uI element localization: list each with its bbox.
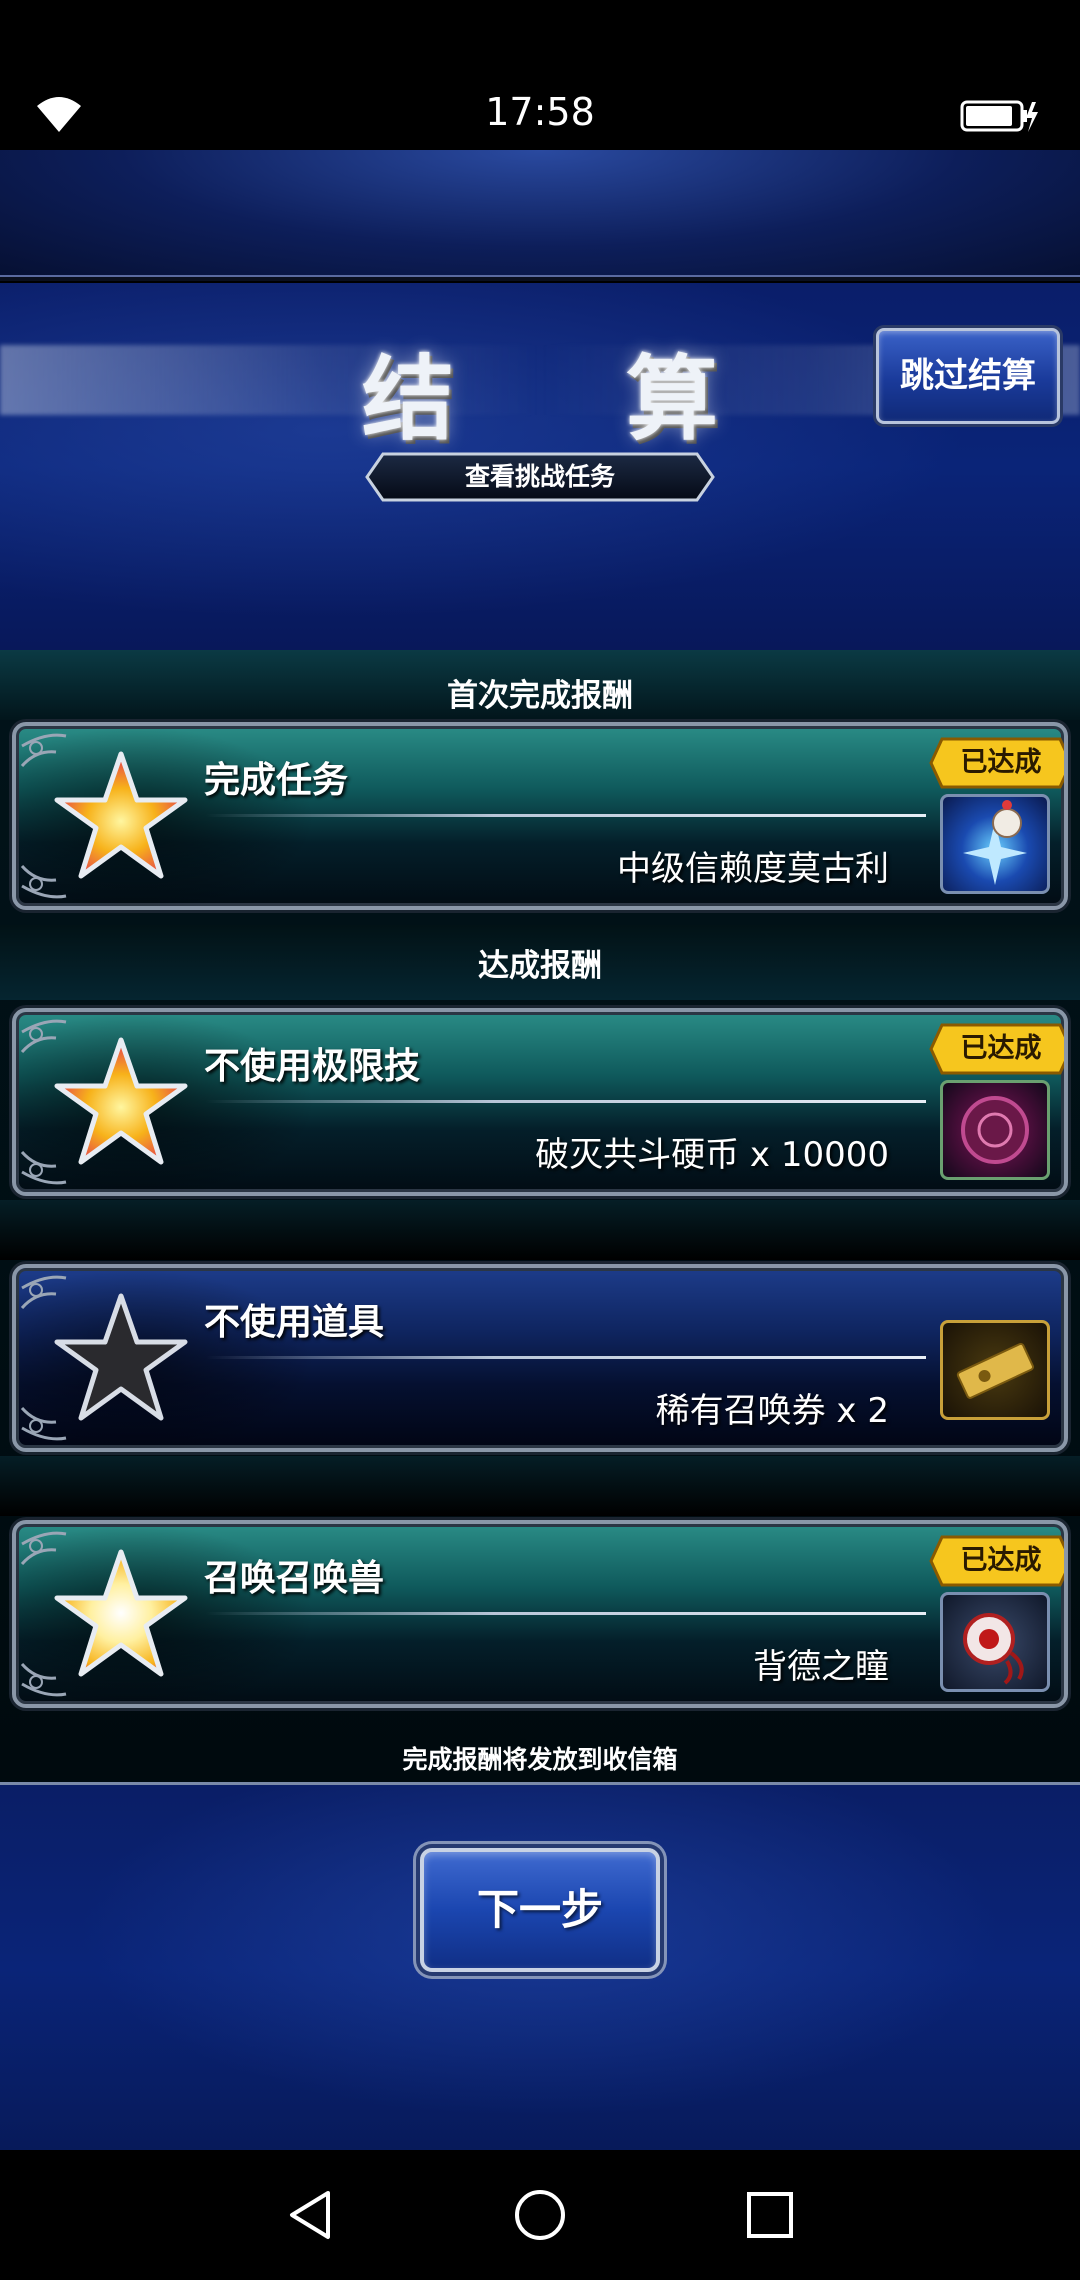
view-challenge-label: 查看挑战任务 [464, 462, 615, 491]
next-step-button[interactable]: 下一步 [420, 1848, 660, 1972]
mission-card-4: 召唤召唤兽 背德之瞳 已达成 [12, 1520, 1068, 1708]
reward-text: 背德之瞳 [753, 1647, 889, 1687]
home-icon[interactable] [510, 2185, 570, 2245]
divider [0, 275, 1080, 281]
gold-star-icon [54, 751, 188, 879]
coin-icon[interactable] [940, 1080, 1050, 1180]
reward-text: 中级信赖度莫古利 [617, 849, 889, 889]
gray-star-icon [54, 1293, 188, 1421]
recents-icon[interactable] [740, 2185, 800, 2245]
crystal-sparkle-icon [963, 800, 1027, 885]
gold-star-icon [54, 1037, 188, 1165]
eye-icon[interactable] [940, 1592, 1050, 1692]
card-divider [206, 814, 926, 817]
mission-title: 不使用道具 [204, 1302, 385, 1343]
eye-shape-icon [963, 1613, 1024, 1685]
back-icon[interactable] [280, 2185, 340, 2245]
status-time: 17:58 [485, 90, 595, 134]
mission-card-3: 不使用道具 稀有召唤券 x 2 [12, 1264, 1068, 1452]
mission-title: 完成任务 [204, 760, 349, 801]
top-decoration [0, 150, 1080, 275]
battery-icon [960, 100, 1038, 132]
row-separator [0, 1200, 1080, 1260]
achieved-label: 已达成 [960, 1033, 1042, 1064]
reward-text: 稀有召唤券 x 2 [655, 1391, 889, 1431]
first-completion-label: 首次完成报酬 [447, 678, 633, 714]
footer-note: 完成报酬将发放到收信箱 [402, 1745, 678, 1774]
coin-shape-icon [961, 1096, 1029, 1164]
ticket-icon[interactable] [940, 1320, 1050, 1420]
mission-card-1: 完成任务 中级信赖度莫古利 已达成 [12, 722, 1068, 910]
gold-star-icon [54, 1549, 188, 1677]
ticket-shape-icon [956, 1342, 1034, 1399]
mission-title: 召唤召唤兽 [204, 1558, 385, 1599]
achieved-label: 已达成 [960, 1545, 1042, 1576]
achievement-label: 达成报酬 [478, 948, 602, 984]
row-separator [0, 1456, 1080, 1516]
card-divider [206, 1612, 926, 1615]
reward-text: 破灭共斗硬币 x 10000 [535, 1135, 889, 1175]
card-divider [206, 1100, 926, 1103]
achieved-label: 已达成 [960, 747, 1042, 778]
skip-settlement-button[interactable]: 跳过结算 [876, 328, 1060, 424]
card-divider [206, 1356, 926, 1359]
moogle-crystal-icon[interactable] [940, 794, 1050, 894]
mission-title: 不使用极限技 [204, 1046, 421, 1087]
mission-card-2: 不使用极限技 破灭共斗硬币 x 10000 已达成 [12, 1008, 1068, 1196]
